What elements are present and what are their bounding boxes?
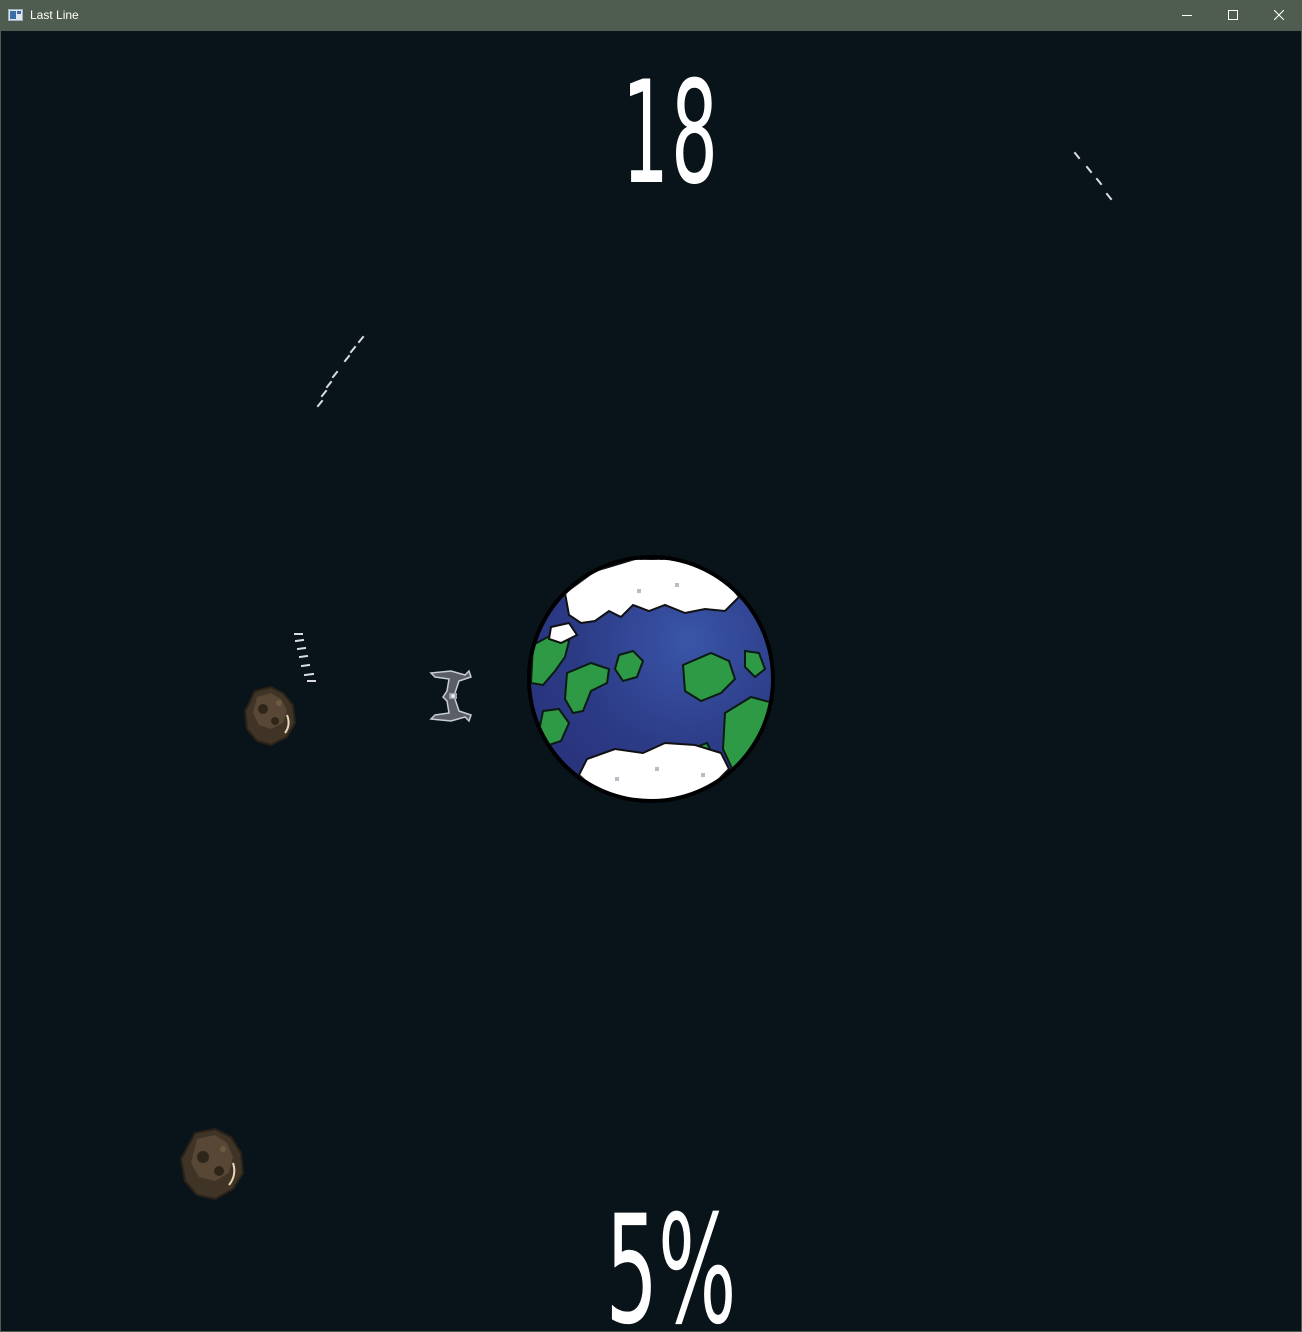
minimize-button[interactable] <box>1164 0 1210 30</box>
bullet-trail <box>316 335 365 408</box>
earth-planet <box>527 555 775 803</box>
game-canvas[interactable]: 18 5% <box>1 31 1301 1331</box>
planet-damage-percent: 5% <box>605 1184 737 1331</box>
game-window: Last Line 18 5% <box>0 0 1302 1332</box>
maximize-button[interactable] <box>1210 0 1256 30</box>
window-title: Last Line <box>30 8 79 22</box>
asteroid <box>243 685 297 747</box>
asteroid <box>179 1127 245 1201</box>
bullet-trail <box>1073 151 1113 201</box>
close-button[interactable] <box>1256 0 1302 30</box>
defender-ship[interactable] <box>425 667 477 725</box>
bullet-trail <box>294 633 316 682</box>
close-icon <box>1274 10 1284 20</box>
title-bar[interactable]: Last Line <box>0 0 1302 30</box>
score-counter: 18 <box>621 51 721 216</box>
maximize-icon <box>1228 10 1238 20</box>
minimize-icon <box>1182 15 1192 16</box>
app-icon <box>8 9 23 21</box>
